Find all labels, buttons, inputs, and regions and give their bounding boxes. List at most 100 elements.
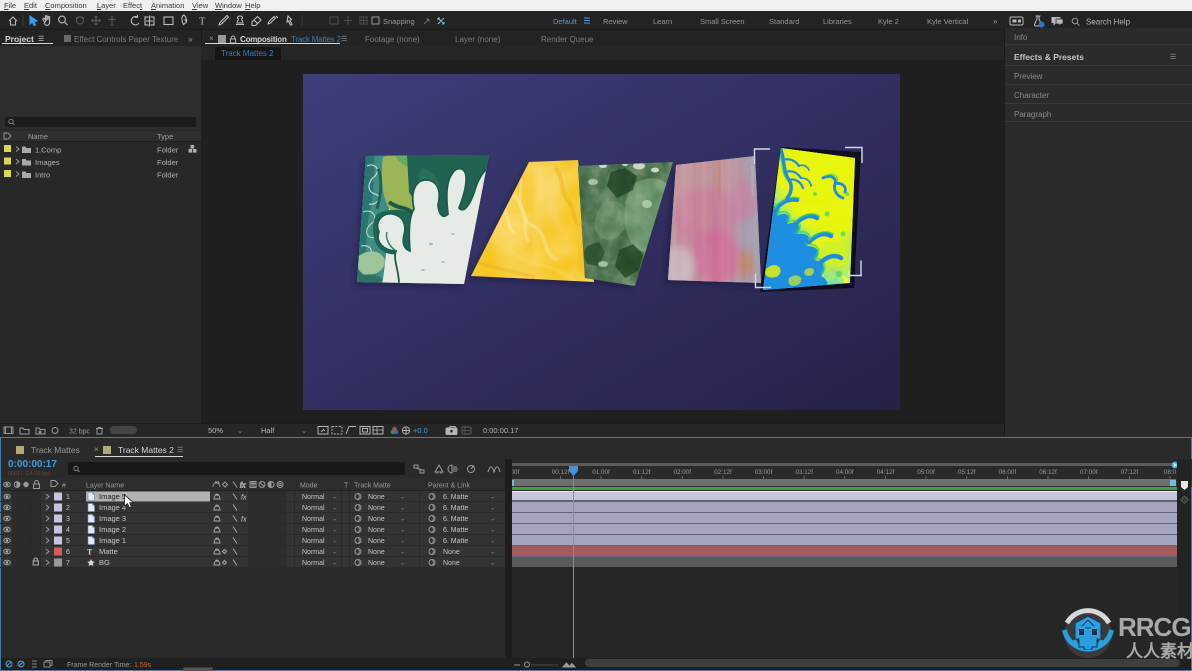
svg-text:32 bpc: 32 bpc [69, 429, 91, 436]
svg-text:⌄: ⌄ [332, 506, 337, 512]
svg-text:⌄: ⌄ [490, 528, 495, 534]
svg-text:Layer Name: Layer Name [86, 483, 124, 490]
svg-text:06:00f: 06:00f [999, 469, 1017, 476]
svg-text:⌄: ⌄ [332, 495, 337, 501]
svg-text:Parent & Link: Parent & Link [428, 483, 471, 490]
svg-text:Normal: Normal [302, 560, 325, 567]
svg-text:0:00:00.17: 0:00:00.17 [483, 426, 518, 435]
svg-text:Normal: Normal [302, 494, 325, 501]
svg-text:⌄: ⌄ [490, 539, 495, 545]
svg-text:6. Matte: 6. Matte [443, 538, 468, 545]
svg-text:T: T [87, 548, 93, 557]
svg-text:08:0: 08:0 [1164, 469, 1177, 476]
svg-text:Small Screen: Small Screen [700, 17, 745, 26]
svg-text:4: 4 [66, 527, 70, 534]
svg-text:⌄: ⌄ [400, 539, 405, 545]
svg-text:Kyle Vertical: Kyle Vertical [927, 17, 969, 26]
svg-text:⌄: ⌄ [332, 517, 337, 523]
svg-text:Images: Images [35, 158, 60, 167]
svg-text:05:12f: 05:12f [958, 469, 976, 476]
svg-text:Learn: Learn [653, 17, 672, 26]
svg-text:6: 6 [66, 549, 70, 556]
svg-text:⌄: ⌄ [332, 539, 337, 545]
svg-text:04:00f: 04:00f [836, 469, 854, 476]
svg-text:Image 3: Image 3 [99, 514, 126, 523]
svg-text:⌄: ⌄ [400, 517, 405, 523]
svg-text:Image 1: Image 1 [99, 536, 126, 545]
svg-text:fx: fx [241, 517, 247, 524]
svg-text:fx: fx [241, 495, 247, 502]
svg-text:6. Matte: 6. Matte [443, 527, 468, 534]
svg-text:Type: Type [157, 132, 173, 141]
svg-text:T: T [344, 483, 349, 490]
svg-text:02:12f: 02:12f [714, 469, 732, 476]
svg-text:Standard: Standard [769, 17, 799, 26]
svg-text:None: None [368, 527, 385, 534]
svg-text:Folder: Folder [157, 158, 179, 167]
svg-text:⌄: ⌄ [400, 495, 405, 501]
svg-text:Kyle 2: Kyle 2 [878, 17, 899, 26]
svg-text:None: None [368, 494, 385, 501]
svg-text:None: None [368, 560, 385, 567]
svg-text:⌄: ⌄ [237, 426, 243, 435]
svg-text:⌄: ⌄ [490, 517, 495, 523]
svg-text:⌄: ⌄ [490, 495, 495, 501]
svg-text:Folder: Folder [157, 171, 179, 180]
svg-text:01:12f: 01:12f [633, 469, 651, 476]
svg-text:⌄: ⌄ [301, 426, 307, 435]
svg-text:Folder: Folder [157, 146, 179, 155]
svg-text:07:00f: 07:00f [1080, 469, 1098, 476]
svg-text:1.59s: 1.59s [134, 662, 152, 669]
svg-text:06:12f: 06:12f [1039, 469, 1057, 476]
svg-text:⌄: ⌄ [400, 506, 405, 512]
svg-text:Normal: Normal [302, 549, 325, 556]
svg-text:None: None [443, 549, 460, 556]
svg-text:None: None [443, 560, 460, 567]
svg-text:Matte: Matte [99, 547, 118, 556]
svg-text:01:00f: 01:00f [592, 469, 610, 476]
svg-text:Half: Half [261, 426, 275, 435]
svg-text:BG: BG [99, 558, 110, 567]
svg-text:Default: Default [553, 17, 578, 26]
svg-text:5: 5 [66, 538, 70, 545]
svg-text:Snapping: Snapping [383, 17, 415, 26]
svg-text:⌄: ⌄ [332, 528, 337, 534]
svg-text:6. Matte: 6. Matte [443, 505, 468, 512]
svg-text:Mode: Mode [300, 483, 318, 490]
svg-text:#: # [62, 483, 66, 490]
svg-text:None: None [368, 549, 385, 556]
svg-text:04:12f: 04:12f [877, 469, 895, 476]
svg-text:2: 2 [66, 505, 70, 512]
svg-text:6. Matte: 6. Matte [443, 516, 468, 523]
svg-text:50%: 50% [208, 426, 223, 435]
svg-text:Frame Render Time:: Frame Render Time: [67, 662, 131, 669]
svg-text:⌄: ⌄ [400, 528, 405, 534]
svg-text:05:00f: 05:00f [917, 469, 935, 476]
svg-text:fx: fx [240, 483, 246, 490]
svg-text:⌄: ⌄ [332, 550, 337, 556]
svg-text:»: » [993, 17, 998, 26]
svg-text:None: None [368, 505, 385, 512]
svg-text:07:12f: 07:12f [1121, 469, 1139, 476]
svg-text:7: 7 [66, 560, 70, 567]
svg-text:6. Matte: 6. Matte [443, 494, 468, 501]
svg-text:1: 1 [66, 494, 70, 501]
svg-text:Track Matte: Track Matte [354, 483, 391, 490]
svg-text:Normal: Normal [302, 516, 325, 523]
svg-text:T: T [199, 17, 206, 28]
svg-text:Image 2: Image 2 [99, 525, 126, 534]
svg-text:Libraries: Libraries [823, 17, 852, 26]
svg-text:03:00f: 03:00f [755, 469, 773, 476]
svg-text:00:12f: 00:12f [552, 469, 570, 476]
svg-text:Review: Review [603, 17, 628, 26]
svg-text:None: None [368, 538, 385, 545]
svg-text:Normal: Normal [302, 538, 325, 545]
svg-text:03:12f: 03:12f [795, 469, 813, 476]
svg-text:⌄: ⌄ [490, 550, 495, 556]
svg-text:None: None [368, 516, 385, 523]
svg-text:RRCG: RRCG [1118, 612, 1191, 642]
svg-text:Normal: Normal [302, 527, 325, 534]
svg-text:⌄: ⌄ [332, 561, 337, 567]
svg-text:Intro: Intro [35, 171, 50, 180]
svg-text:02:00f: 02:00f [674, 469, 692, 476]
